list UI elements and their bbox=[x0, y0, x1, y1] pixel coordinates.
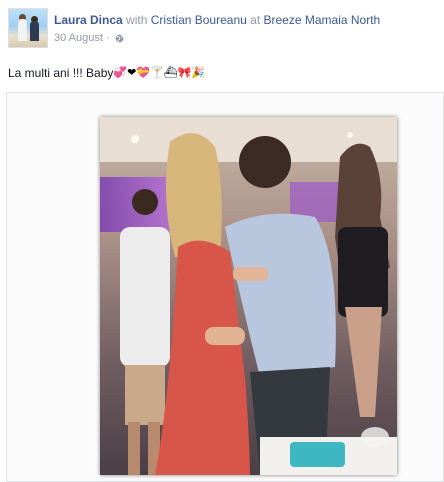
separator-dot: · bbox=[105, 32, 110, 44]
post-meta: Laura Dinca with Cristian Boureanu at Br… bbox=[54, 12, 438, 45]
emoji-heart: ❤ bbox=[127, 67, 137, 79]
emoji-ship: ⛴ bbox=[163, 67, 178, 79]
tagged-friend-link[interactable]: Cristian Boureanu bbox=[151, 13, 247, 27]
author-avatar[interactable] bbox=[8, 8, 48, 48]
emoji-ribbon: 🎀 bbox=[177, 67, 192, 79]
post-header: Laura Dinca with Cristian Boureanu at Br… bbox=[8, 8, 438, 52]
globe-icon[interactable] bbox=[115, 34, 124, 43]
post-message: La multi ani !!! Baby 💞 ❤ 💝 🍸 ⛴ 🎀 🎉 bbox=[8, 65, 205, 81]
emoji-hearts: 💞 bbox=[113, 67, 128, 79]
emoji-cocktail: 🍸 bbox=[150, 67, 164, 79]
emoji-gift-heart: 💝 bbox=[136, 67, 151, 79]
post-title-line: Laura Dinca with Cristian Boureanu at Br… bbox=[54, 12, 438, 28]
with-word: with bbox=[126, 13, 148, 27]
emoji-party: 🎉 bbox=[191, 67, 206, 79]
place-link[interactable]: Breeze Mamaia North bbox=[264, 13, 381, 27]
post-subline: 30 August · bbox=[54, 31, 438, 45]
at-word: at bbox=[250, 13, 261, 27]
post-date-link[interactable]: 30 August bbox=[54, 31, 103, 45]
photo-illustration bbox=[100, 117, 397, 475]
post-message-text: La multi ani !!! Baby bbox=[8, 66, 114, 80]
author-name-link[interactable]: Laura Dinca bbox=[54, 13, 123, 27]
post-photo[interactable] bbox=[100, 117, 397, 475]
